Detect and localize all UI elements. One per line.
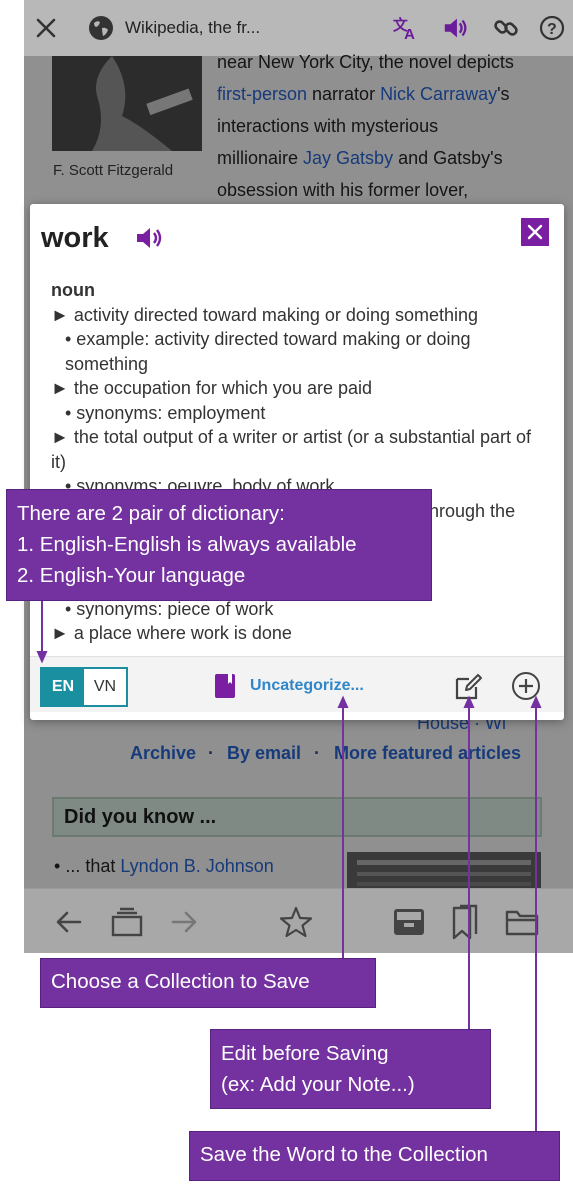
article-text: and Gatsby's [393,148,503,168]
annotation-line: (ex: Add your Note...) [221,1073,415,1096]
translate-icon[interactable]: 文A [392,14,420,42]
page-tab-title[interactable]: Wikipedia, the fr... [125,18,260,38]
did-you-know-item: • ... that Lyndon B. Johnson [54,856,274,876]
dictionary-popup: work noun ► activity directed toward mak… [30,204,564,720]
article-line: obsession with his former lover, [217,174,557,206]
pronounce-speaker-icon[interactable] [134,224,166,252]
annotation-line: 2. English-Your language [17,564,246,587]
close-popup-button[interactable] [521,218,549,246]
did-you-know-header: Did you know ... [52,797,542,837]
annotation-edit-before-saving: Edit before Saving (ex: Add your Note...… [210,1029,491,1109]
annotation-save-word: Save the Word to the Collection [189,1131,560,1181]
by-email-link[interactable]: By email [227,743,301,764]
article-link[interactable]: Nick Carraway [380,84,497,104]
annotation-line: There are 2 pair of dictionary: [17,502,285,525]
svg-text:?: ? [547,21,557,38]
dyk-item-link[interactable]: Lyndon B. Johnson [120,856,273,876]
portrait-caption: F. Scott Fitzgerald [53,162,174,179]
globe-icon [87,14,115,42]
article-line: near New York City, the novel depicts [217,46,557,78]
close-icon [527,224,543,240]
lang-en-button[interactable]: EN [42,669,84,705]
article-line: first-person narrator Nick Carraway's [217,78,557,110]
tabs-icon[interactable] [110,905,144,939]
article-text: obsession with his former lover, [217,180,469,200]
star-icon[interactable] [279,905,313,939]
definition-sense: ► activity directed toward making or doi… [51,304,479,325]
plus-circle-icon [512,672,540,700]
article-link[interactable]: Jay Gatsby [303,148,393,168]
definition-sense: ► the total output of a writer or artist… [51,427,532,472]
svg-text:A: A [404,26,415,42]
close-icon[interactable] [32,14,60,42]
popup-footer: EN VN Uncategorize... [30,656,564,712]
headword: work [41,222,109,254]
annotation-dictionary-pairs: There are 2 pair of dictionary: 1. Engli… [6,489,432,601]
article-text: interactions with mysterious [217,116,439,136]
dyk-item-prefix: ... that [65,856,121,876]
back-arrow-icon[interactable] [52,905,86,939]
help-icon[interactable]: ? [538,14,566,42]
definition-detail: • example: activity directed toward maki… [65,329,471,374]
annotation-choose-collection: Choose a Collection to Save [40,958,376,1008]
bottom-navigation [24,888,573,953]
collection-label: Uncategorize... [250,677,364,694]
edit-icon [455,674,482,700]
article-text: near New York City, the novel depicts [217,52,514,72]
speaker-icon[interactable] [442,14,470,42]
article-text: millionaire [217,148,304,168]
forward-arrow-icon[interactable] [167,905,201,939]
edit-note-button[interactable] [454,671,484,701]
part-of-speech: noun [51,280,95,300]
did-you-know-title: Did you know ... [64,806,217,828]
article-line: interactions with mysterious [217,110,557,142]
separator-dot: · [208,743,214,763]
folder-icon[interactable] [505,905,539,939]
article-line: millionaire Jay Gatsby and Gatsby's [217,142,557,174]
annotation-line: Edit before Saving [221,1042,389,1065]
separator-dot: · [314,743,320,763]
featured-links-row: Archive · By email · More featured artic… [24,743,573,783]
language-toggle: EN VN [40,667,128,707]
author-portrait-image [52,56,202,151]
definition-detail: • synonyms: employment [65,402,266,423]
archive-link[interactable]: Archive [130,743,196,764]
inbox-icon[interactable] [392,905,426,939]
annotation-line: 1. English-English is always available [17,533,357,556]
article-text: 's [497,84,510,104]
add-to-collection-button[interactable] [511,671,541,701]
definition-sense: ► the occupation for which you are paid [51,378,373,398]
book-icon [215,674,235,698]
definition-sense: ► a place where work is done [51,623,292,643]
more-featured-link[interactable]: More featured articles [334,743,521,764]
bookmarks-icon[interactable] [448,904,482,940]
article-text: narrator [307,84,381,104]
link-icon[interactable] [492,14,520,42]
article-link[interactable]: first-person [217,84,307,104]
collection-selector[interactable]: Uncategorize... [214,673,364,699]
lang-vn-button[interactable]: VN [84,669,126,705]
